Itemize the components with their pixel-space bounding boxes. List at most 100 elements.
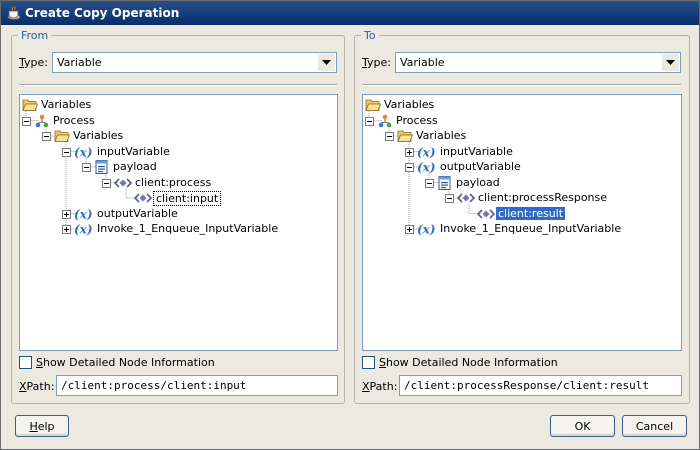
tree-node-label[interactable]: payload [454,176,502,189]
collapse-icon[interactable] [445,193,454,203]
collapse-icon[interactable] [425,178,434,188]
tree-node-label[interactable]: inputVariable [438,145,515,158]
expand-icon[interactable] [62,209,71,219]
from-xpath-input[interactable]: /client:process/client:input [56,375,338,396]
variable-icon: (x) [74,206,93,222]
svg-text:(x): (x) [417,223,436,237]
from-separator [19,84,337,86]
to-show-detail-label: Show Detailed Node Information [379,356,558,369]
help-button[interactable]: Help [15,415,69,437]
tree-node[interactable]: Process [363,113,681,129]
from-type-select[interactable]: Variable [52,52,337,73]
from-show-detail-checkbox[interactable] [19,356,32,369]
tree-node[interactable]: client:result [363,206,681,222]
svg-text:(x): (x) [417,145,436,159]
tree-node-label[interactable]: inputVariable [95,145,172,158]
tree-node[interactable]: (x) outputVariable [363,159,681,175]
expand-icon[interactable] [62,224,71,234]
from-type-value: Variable [57,56,102,69]
variable-icon: (x) [417,144,436,160]
from-xpath-label: XPath: [19,380,55,393]
folder-open-icon [54,128,71,144]
folder-open-icon [22,97,39,113]
chevron-down-icon[interactable] [318,54,335,71]
folder-open-icon [365,97,382,113]
tree-node[interactable]: (x) outputVariable [20,206,337,222]
tree-node-label[interactable]: client:processResponse [476,191,609,204]
element-icon [476,206,496,222]
variable-icon: (x) [417,159,436,175]
to-xpath-input[interactable]: /client:processResponse/client:result [399,375,682,396]
tree-node-label[interactable]: outputVariable [95,207,180,220]
tree-node[interactable]: (x) inputVariable [363,144,681,160]
tree-node-label[interactable]: outputVariable [438,160,523,173]
tree-node[interactable]: client:input [20,190,337,206]
to-tree[interactable]: Variables Process Variables (x) inputVariabl… [362,94,682,351]
tree-node-label[interactable]: client:process [133,176,213,189]
tree-node-label[interactable]: client:result [496,206,566,220]
java-cup-icon [7,6,21,20]
collapse-icon[interactable] [42,131,51,141]
to-type-select[interactable]: Variable [395,52,681,73]
from-legend: From [21,29,49,42]
tree-node[interactable]: (x) Invoke_1_Enqueue_InputVariable [20,221,337,237]
tree-node[interactable]: Variables [20,128,337,144]
tree-node[interactable]: payload [363,175,681,191]
tree-node-label[interactable]: Process [394,114,440,127]
create-copy-operation-dialog: Create Copy Operation From Type: Variabl… [0,0,700,450]
tree-node[interactable]: (x) Invoke_1_Enqueue_InputVariable [363,221,681,237]
tree-node-label[interactable]: payload [111,160,159,173]
to-type-label: Type: [362,56,391,69]
tree-node[interactable]: client:process [20,175,337,191]
to-show-detail-checkbox[interactable] [362,356,375,369]
from-show-detail-label: Show Detailed Node Information [36,356,215,369]
cancel-button[interactable]: Cancel [622,415,687,437]
collapse-icon[interactable] [405,162,414,172]
collapse-icon[interactable] [62,147,71,157]
to-type-value: Variable [400,56,445,69]
folder-open-icon [397,128,414,144]
tree-node-label[interactable]: Variables [382,98,436,111]
tree-node-label[interactable]: Process [51,114,97,127]
tree-node[interactable]: (x) inputVariable [20,144,337,160]
tree-node-label[interactable]: Invoke_1_Enqueue_InputVariable [438,222,623,235]
expand-icon[interactable] [405,224,414,234]
element-icon [133,190,153,206]
tree-node[interactable]: Variables [363,128,681,144]
collapse-icon[interactable] [102,178,111,188]
to-xpath-label: XPath: [362,380,398,393]
message-part-icon [94,159,110,175]
collapse-icon[interactable] [82,162,91,172]
to-legend: To [364,29,376,42]
title-bar[interactable]: Create Copy Operation [1,1,699,25]
tree-node-label[interactable]: Variables [414,129,468,142]
to-separator [362,84,681,86]
svg-text:(x): (x) [74,207,93,221]
from-tree[interactable]: Variables Process Variables (x) inputVariabl… [19,94,338,351]
tree-node-label[interactable]: Variables [39,98,93,111]
from-type-label: Type: [19,56,48,69]
chevron-down-icon[interactable] [662,54,679,71]
variable-icon: (x) [417,221,436,237]
collapse-icon[interactable] [22,116,31,126]
variable-icon: (x) [74,221,93,237]
tree-node-label[interactable]: Variables [71,129,125,142]
tree-node-label[interactable]: client:input [153,191,222,206]
svg-text:(x): (x) [417,161,436,175]
tree-node-label[interactable]: Invoke_1_Enqueue_InputVariable [95,222,280,235]
variable-icon: (x) [74,144,93,160]
tree-node[interactable]: Variables [20,97,337,113]
tree-node[interactable]: Process [20,113,337,129]
element-icon [456,190,476,206]
collapse-icon[interactable] [385,131,394,141]
process-icon [377,113,393,129]
ok-button[interactable]: OK [550,415,615,437]
tree-node[interactable]: Variables [363,97,681,113]
tree-node[interactable]: client:processResponse [363,190,681,206]
window-title: Create Copy Operation [25,6,180,20]
collapse-icon[interactable] [365,116,374,126]
element-icon [113,175,133,191]
expand-icon[interactable] [405,147,414,157]
tree-node[interactable]: payload [20,159,337,175]
process-icon [34,113,50,129]
